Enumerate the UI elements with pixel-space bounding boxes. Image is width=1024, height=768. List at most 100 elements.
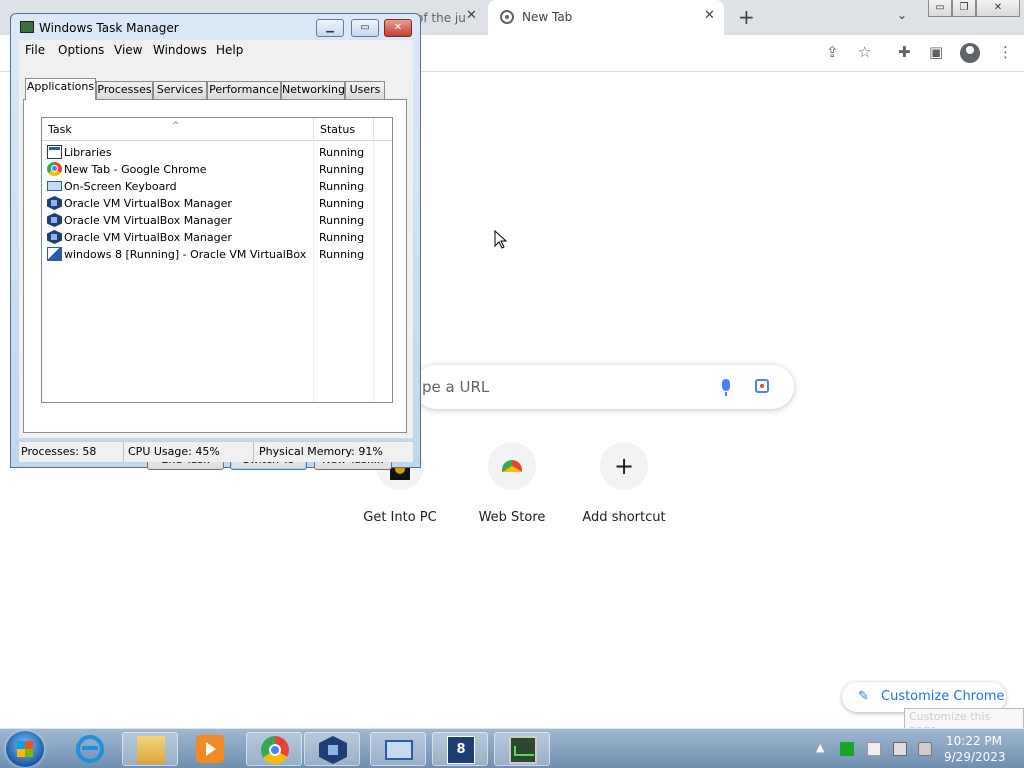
minimize-button[interactable]: ▭	[928, 0, 952, 17]
table-row[interactable]: Oracle VM VirtualBox Manager Running	[42, 229, 392, 246]
task-manager-icon	[509, 736, 537, 764]
start-button[interactable]	[6, 731, 44, 767]
shortcut-add[interactable]: + Add shortcut	[568, 442, 680, 525]
task-name: Oracle VM VirtualBox Manager	[64, 197, 232, 210]
applications-panel: ^ Task Status Libraries Running New Tab …	[23, 99, 407, 470]
task-name: New Tab - Google Chrome	[64, 163, 207, 176]
tray-green-status-icon[interactable]	[840, 742, 854, 756]
table-row[interactable]: Oracle VM VirtualBox Manager Running	[42, 195, 392, 212]
task-status: Running	[319, 163, 365, 176]
side-panel-icon[interactable]: ▣	[929, 43, 943, 61]
extensions-icon[interactable]: ✚	[898, 43, 911, 61]
file-explorer-icon	[137, 736, 165, 764]
task-name: Oracle VM VirtualBox Manager	[64, 231, 232, 244]
menu-file[interactable]: File	[25, 43, 45, 57]
task-manager-icon	[20, 21, 34, 33]
taskbar-item-media-player[interactable]	[182, 732, 238, 766]
google-lens-icon[interactable]	[755, 379, 769, 393]
close-button[interactable]: ✕	[384, 19, 412, 37]
taskbar-item-windows8-vm[interactable]: 8	[432, 732, 488, 766]
clock-time: 10:22 PM	[946, 734, 1002, 748]
table-row[interactable]: Oracle VM VirtualBox Manager Running	[42, 212, 392, 229]
tab-title: of the ju	[416, 11, 466, 25]
list-header: ^ Task Status	[42, 118, 392, 141]
menu-help[interactable]: Help	[216, 43, 243, 57]
tab-processes[interactable]: Processes	[96, 81, 153, 99]
task-status: Running	[319, 197, 365, 210]
action-center-flag-icon[interactable]	[867, 742, 881, 756]
task-list[interactable]: ^ Task Status Libraries Running New Tab …	[41, 117, 393, 403]
star-icon[interactable]: ☆	[858, 43, 871, 61]
table-row[interactable]: On-Screen Keyboard Running	[42, 178, 392, 195]
restore-button[interactable]: ❐	[952, 0, 976, 17]
chrome-icon	[47, 162, 62, 176]
menu-windows[interactable]: Windows	[153, 43, 207, 57]
taskbar-item-file-explorer[interactable]	[122, 732, 178, 766]
menu-options[interactable]: Options	[58, 43, 104, 57]
taskbar-item-task-manager[interactable]	[494, 732, 550, 766]
shortcut-web-store[interactable]: Web Store	[456, 442, 568, 525]
search-input[interactable]: pe a URL	[414, 365, 794, 409]
minimize-button[interactable]: ▁	[316, 19, 344, 37]
close-icon[interactable]: ✕	[704, 8, 715, 23]
taskbar-item-internet-explorer[interactable]	[62, 732, 118, 766]
physical-memory: Physical Memory: 91%	[259, 445, 383, 458]
new-tab-plus-icon[interactable]: +	[738, 5, 755, 29]
taskbar-item-virtualbox[interactable]	[304, 732, 360, 766]
column-header-label: Status	[320, 123, 356, 136]
table-row[interactable]: Libraries Running	[42, 144, 392, 161]
tab-applications[interactable]: Applications	[25, 78, 96, 100]
task-name: Libraries	[64, 146, 112, 159]
chrome-icon	[261, 736, 289, 764]
column-header-label: Task	[48, 123, 72, 136]
virtualbox-icon	[319, 736, 347, 764]
window-title: Windows Task Manager	[39, 21, 179, 35]
tab-users[interactable]: Users	[345, 81, 385, 99]
close-icon[interactable]: ✕	[466, 8, 477, 23]
shortcut-label: Add shortcut	[582, 510, 666, 525]
task-name: windows 8 [Running] - Oracle VM VirtualB…	[64, 248, 307, 261]
chrome-tab-new-tab[interactable]: New Tab ✕	[488, 0, 724, 35]
table-row[interactable]: New Tab - Google Chrome Running	[42, 161, 392, 178]
task-name: On-Screen Keyboard	[64, 180, 177, 193]
column-header-task[interactable]: ^ Task	[42, 118, 314, 140]
volume-muted-icon[interactable]	[918, 742, 932, 756]
search-placeholder: pe a URL	[422, 378, 490, 396]
customize-chrome-label: Customize Chrome	[881, 689, 1005, 704]
tab-networking[interactable]: Networking	[281, 81, 345, 99]
clock-date: 9/29/2023	[944, 750, 1006, 764]
sort-ascending-icon: ^	[172, 121, 180, 131]
taskbar-item-chrome[interactable]	[246, 732, 302, 766]
tab-performance[interactable]: Performance	[207, 81, 281, 99]
menu-view[interactable]: View	[114, 43, 142, 57]
show-hidden-icons-arrow-icon[interactable]: ▲	[816, 741, 824, 754]
maximize-button[interactable]: ▭	[351, 19, 379, 37]
processes-count: Processes: 58	[21, 445, 97, 458]
virtualbox-icon	[47, 196, 62, 210]
task-status: Running	[319, 248, 365, 261]
table-row[interactable]: windows 8 [Running] - Oracle VM VirtualB…	[42, 246, 392, 263]
column-header-status[interactable]: Status	[314, 118, 374, 140]
profile-icon[interactable]	[960, 43, 980, 63]
vm-window-icon	[47, 247, 62, 261]
tab-services[interactable]: Services	[153, 81, 207, 99]
taskbar-item-on-screen-keyboard[interactable]	[370, 732, 426, 766]
menu-icon[interactable]: ⋮	[998, 43, 1013, 61]
network-icon[interactable]	[893, 742, 907, 756]
close-button[interactable]: ✕	[976, 0, 1020, 17]
shortcut-tile: +	[600, 442, 648, 490]
mouse-cursor-icon	[494, 230, 508, 249]
virtualbox-icon	[47, 213, 62, 227]
keyboard-icon	[47, 181, 62, 191]
shortcut-label: Web Store	[478, 510, 546, 525]
microphone-icon[interactable]	[722, 379, 730, 396]
tab-search-chevron-icon[interactable]: ⌄	[897, 8, 907, 22]
chrome-tab-favicon-icon	[500, 10, 514, 24]
system-clock[interactable]: 10:22 PM 9/29/2023	[944, 733, 1006, 765]
internet-explorer-icon	[76, 735, 104, 763]
chrome-tab-previous[interactable]: of the ju ✕	[412, 0, 488, 35]
status-bar: Processes: 58 CPU Usage: 45% Physical Me…	[19, 441, 413, 462]
shortcut-label: Get Into PC	[363, 510, 437, 525]
share-icon[interactable]: ⇪	[826, 43, 839, 61]
status-separator	[253, 442, 254, 462]
